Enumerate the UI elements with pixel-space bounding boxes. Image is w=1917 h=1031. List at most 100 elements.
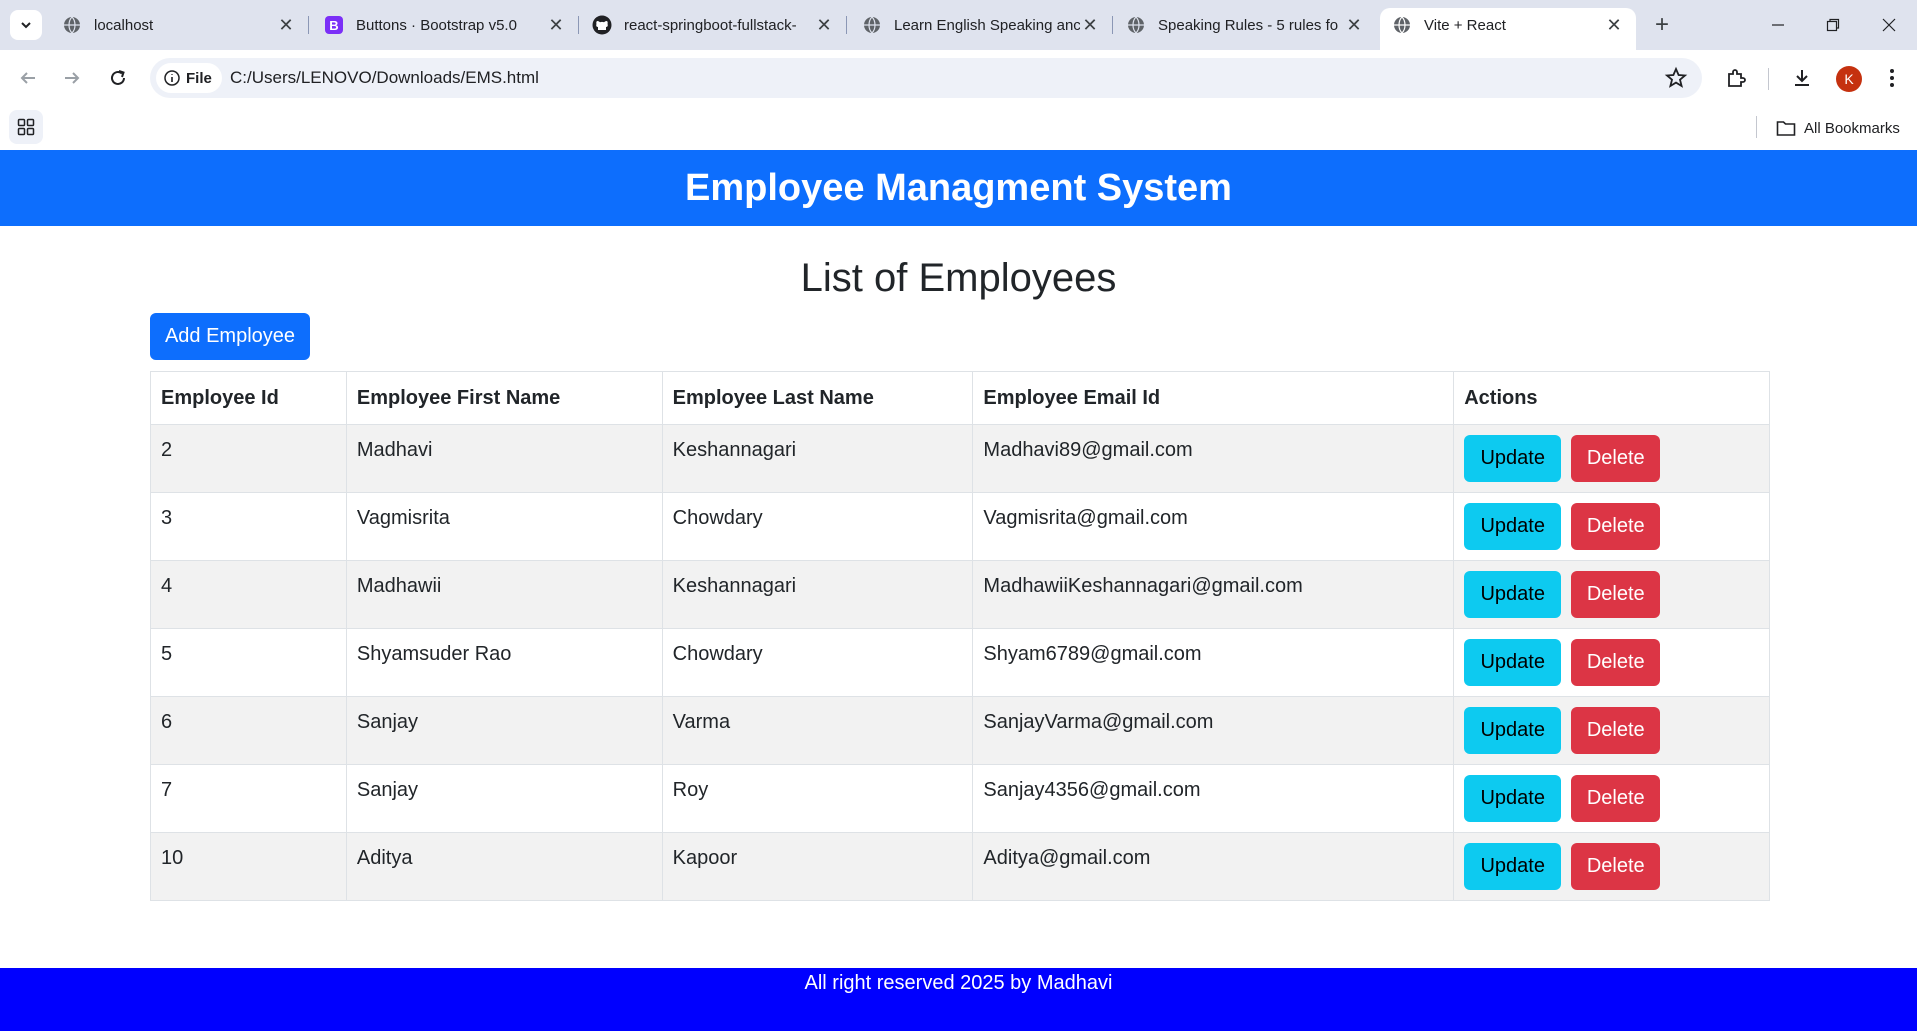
app-header: Employee Managment System bbox=[0, 150, 1917, 226]
back-button[interactable] bbox=[14, 64, 42, 92]
column-header: Employee Id bbox=[150, 371, 347, 425]
download-icon bbox=[1795, 70, 1809, 86]
web-page: Employee Managment System List of Employ… bbox=[0, 150, 1917, 1031]
delete-button[interactable]: Delete bbox=[1571, 571, 1661, 618]
browser-menu-button[interactable] bbox=[1878, 64, 1906, 92]
url-text[interactable]: C:/Users/LENOVO/Downloads/EMS.html bbox=[230, 58, 539, 98]
tab-vite-react[interactable]: Vite + React ✕ bbox=[1380, 8, 1636, 50]
actions-cell: Update Delete bbox=[1453, 832, 1770, 901]
table-row: 7 Sanjay Roy Sanjay4356@gmail.com Update… bbox=[150, 764, 1770, 833]
update-button[interactable]: Update bbox=[1464, 503, 1562, 550]
page-footer: All right reserved 2025 by Madhavi bbox=[0, 968, 1917, 1031]
tab-close-icon[interactable]: ✕ bbox=[546, 15, 566, 36]
bookmark-star-icon[interactable] bbox=[1664, 66, 1688, 90]
arrow-right-icon bbox=[65, 72, 80, 84]
table-row: 2 Madhavi Keshannagari Madhavi89@gmail.c… bbox=[150, 424, 1770, 493]
profile-avatar[interactable]: K bbox=[1836, 66, 1862, 92]
tab-learn-english[interactable]: Learn English Speaking anc ✕ bbox=[850, 8, 1113, 42]
apps-button[interactable] bbox=[9, 110, 43, 144]
tab-title: Learn English Speaking anc bbox=[894, 16, 1080, 34]
update-button[interactable]: Update bbox=[1464, 707, 1562, 754]
employee-id-cell: 7 bbox=[150, 764, 347, 833]
update-button[interactable]: Update bbox=[1464, 775, 1562, 822]
employee-id-cell: 4 bbox=[150, 560, 347, 629]
email-cell: Shyam6789@gmail.com bbox=[972, 628, 1455, 697]
tab-search-button[interactable] bbox=[10, 10, 42, 40]
tab-close-icon[interactable]: ✕ bbox=[1080, 15, 1100, 36]
extensions-button[interactable] bbox=[1722, 64, 1750, 92]
reload-icon bbox=[111, 70, 125, 85]
tab-close-icon[interactable]: ✕ bbox=[276, 15, 296, 36]
puzzle-icon bbox=[1728, 69, 1746, 87]
update-button[interactable]: Update bbox=[1464, 571, 1562, 618]
column-header: Actions bbox=[1453, 371, 1770, 425]
tab-title: Vite + React bbox=[1424, 16, 1506, 34]
restore-icon bbox=[1826, 18, 1840, 32]
bootstrap-icon: B bbox=[324, 15, 344, 35]
site-info-chip[interactable]: File bbox=[156, 63, 222, 93]
new-tab-button[interactable]: + bbox=[1648, 12, 1676, 40]
all-bookmarks-button[interactable]: All Bookmarks bbox=[1776, 106, 1900, 150]
first-name-cell: Sanjay bbox=[345, 764, 663, 833]
page-title: List of Employees bbox=[800, 256, 1117, 300]
forward-button[interactable] bbox=[58, 64, 86, 92]
email-cell: Aditya@gmail.com bbox=[972, 832, 1455, 901]
actions-cell: Update Delete bbox=[1453, 424, 1770, 493]
email-cell: Madhavi89@gmail.com bbox=[972, 424, 1455, 493]
column-header: Employee Email Id bbox=[972, 371, 1455, 425]
tab-close-icon[interactable]: ✕ bbox=[814, 15, 834, 36]
update-button[interactable]: Update bbox=[1464, 639, 1562, 686]
all-bookmarks-label: All Bookmarks bbox=[1804, 119, 1900, 137]
address-bar[interactable]: File C:/Users/LENOVO/Downloads/EMS.html bbox=[150, 58, 1702, 98]
email-cell: Sanjay4356@gmail.com bbox=[972, 764, 1455, 833]
email-cell: SanjayVarma@gmail.com bbox=[972, 696, 1455, 765]
globe-icon bbox=[862, 15, 882, 35]
toolbar-divider bbox=[1768, 68, 1769, 90]
tab-speaking-rules[interactable]: Speaking Rules - 5 rules fo ✕ bbox=[1114, 8, 1376, 42]
update-button[interactable]: Update bbox=[1464, 435, 1562, 482]
delete-button[interactable]: Delete bbox=[1571, 707, 1661, 754]
delete-button[interactable]: Delete bbox=[1571, 503, 1661, 550]
tab-close-icon[interactable]: ✕ bbox=[1344, 15, 1364, 36]
github-icon bbox=[592, 15, 612, 35]
first-name-cell: Sanjay bbox=[345, 696, 663, 765]
chevron-down-icon bbox=[21, 22, 31, 29]
last-name-cell: Kapoor bbox=[661, 832, 974, 901]
actions-cell: Update Delete bbox=[1453, 696, 1770, 765]
bookmarks-bar: All Bookmarks bbox=[0, 106, 1917, 150]
add-employee-button[interactable]: Add Employee bbox=[150, 313, 310, 360]
delete-button[interactable]: Delete bbox=[1571, 639, 1661, 686]
tab-title: localhost bbox=[94, 16, 154, 34]
employee-id-cell: 6 bbox=[150, 696, 347, 765]
delete-button[interactable]: Delete bbox=[1571, 435, 1661, 482]
delete-button[interactable]: Delete bbox=[1571, 843, 1661, 890]
folder-icon bbox=[1776, 121, 1796, 136]
first-name-cell: Madhawii bbox=[345, 560, 663, 629]
column-header: Employee First Name bbox=[345, 371, 663, 425]
downloads-button[interactable] bbox=[1788, 64, 1816, 92]
footer-text: All right reserved 2025 by Madhavi bbox=[804, 972, 1113, 994]
last-name-cell: Keshannagari bbox=[661, 424, 974, 493]
update-button[interactable]: Update bbox=[1464, 843, 1562, 890]
tab-title: Buttons · Bootstrap v5.0 bbox=[356, 16, 517, 34]
table-row: 5 Shyamsuder Rao Chowdary Shyam6789@gmai… bbox=[150, 628, 1770, 697]
email-cell: MadhawiiKeshannagari@gmail.com bbox=[972, 560, 1455, 629]
tab-close-icon[interactable]: ✕ bbox=[1604, 15, 1624, 36]
tab-title: Speaking Rules - 5 rules fo bbox=[1158, 16, 1339, 34]
globe-icon bbox=[1126, 15, 1146, 35]
close-window-button[interactable] bbox=[1866, 10, 1912, 40]
tab-bootstrap-buttons[interactable]: B Buttons · Bootstrap v5.0 ✕ bbox=[312, 8, 579, 42]
employee-id-cell: 10 bbox=[150, 832, 347, 901]
actions-cell: Update Delete bbox=[1453, 764, 1770, 833]
bookmarks-divider bbox=[1756, 116, 1757, 138]
actions-cell: Update Delete bbox=[1453, 492, 1770, 561]
restore-button[interactable] bbox=[1810, 10, 1856, 40]
minimize-button[interactable] bbox=[1755, 10, 1801, 40]
delete-button[interactable]: Delete bbox=[1571, 775, 1661, 822]
minimize-icon bbox=[1772, 24, 1784, 26]
site-chip-label: File bbox=[186, 69, 212, 87]
tab-localhost[interactable]: localhost ✕ bbox=[50, 8, 309, 42]
tab-github-repo[interactable]: react-springboot-fullstack- ✕ bbox=[580, 8, 847, 42]
employee-id-cell: 3 bbox=[150, 492, 347, 561]
reload-button[interactable] bbox=[104, 64, 132, 92]
